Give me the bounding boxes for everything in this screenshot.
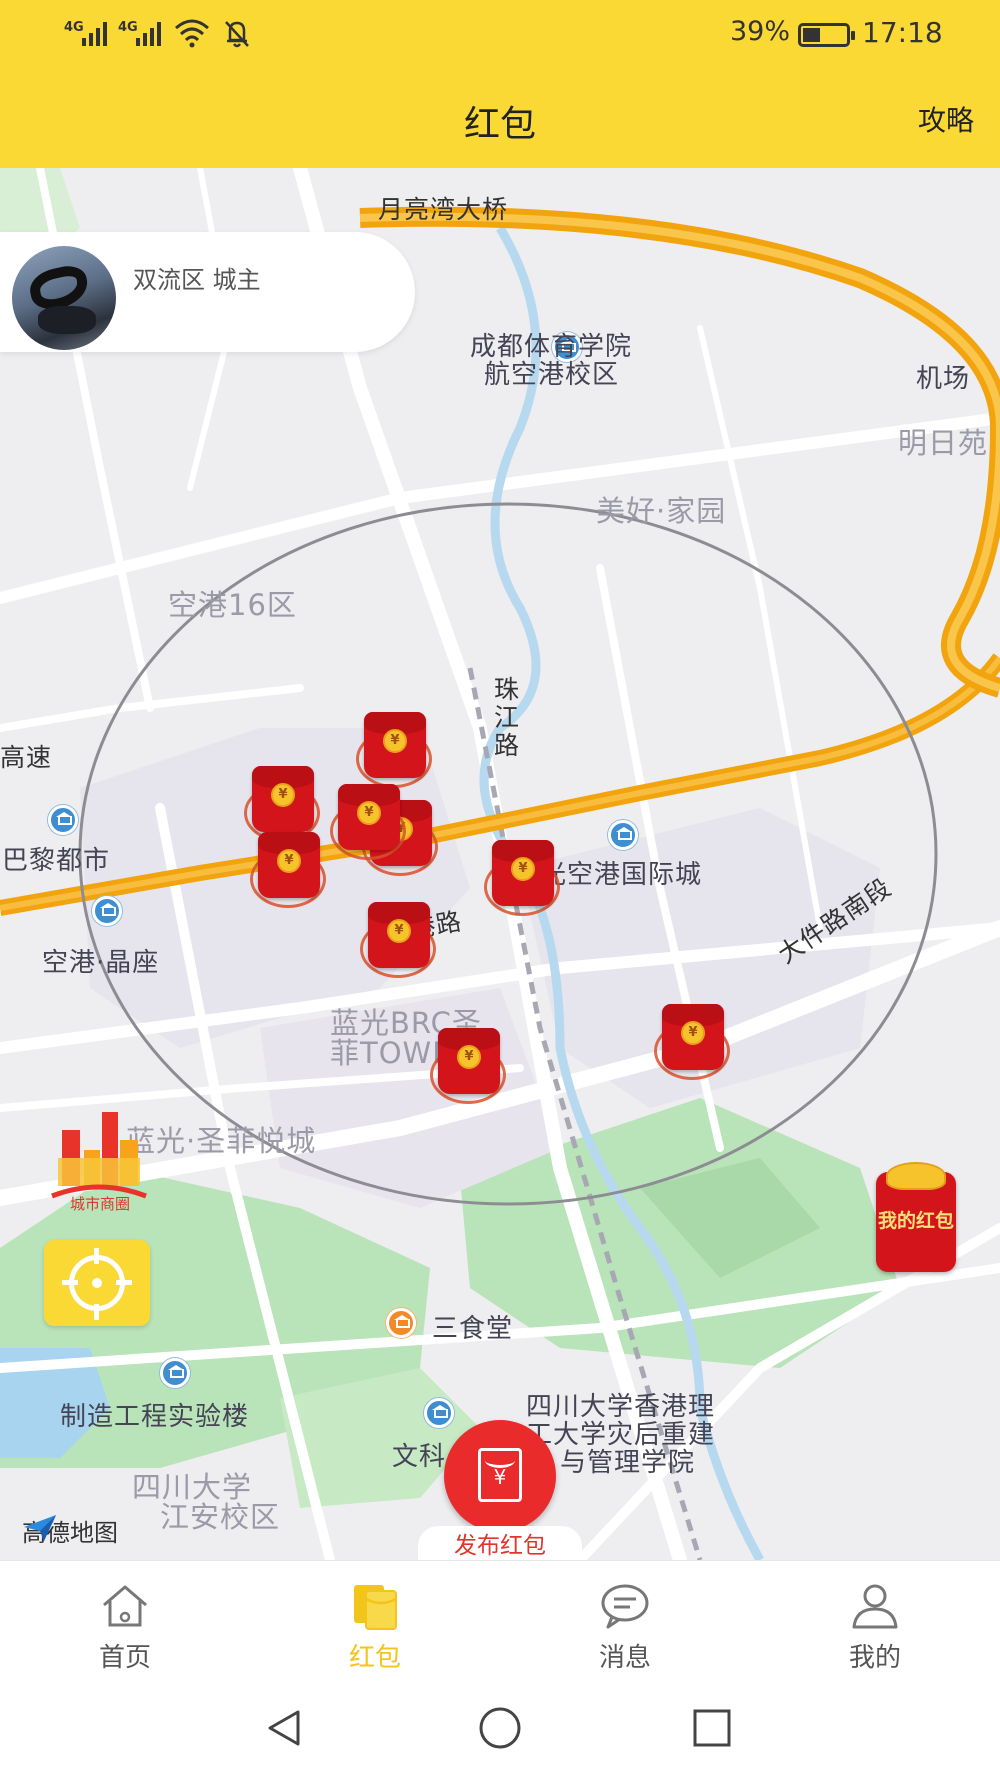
tab-red-packet[interactable]: 红包: [250, 1561, 500, 1681]
red-packet-icon: [354, 1585, 397, 1630]
battery-percent: 39%: [730, 16, 791, 47]
map-label: 文科: [392, 1442, 447, 1472]
recents-icon[interactable]: [690, 1706, 734, 1750]
navigation-arrow-icon: [24, 1515, 56, 1541]
signal-bars-icon: [82, 22, 107, 46]
map-label: 珠江路: [494, 675, 521, 760]
map-label: 高速: [0, 743, 53, 772]
map-view[interactable]: 月亮湾大桥 成都体育学院 航空港校区 机场 明日苑 美好·家园 空港16区 高速…: [0, 168, 1000, 1560]
red-packet-marker[interactable]: ¥: [430, 1028, 506, 1104]
mute-bell-icon: [225, 21, 249, 48]
building-poi-icon[interactable]: [92, 896, 122, 926]
signal-bars-icon: [136, 22, 161, 46]
map-label: 光空港国际城: [540, 860, 703, 890]
coins-icon: [886, 1162, 946, 1190]
tab-label: 红包: [348, 1643, 401, 1673]
building-poi-icon[interactable]: [48, 805, 78, 835]
guide-button[interactable]: 攻略: [918, 99, 974, 139]
map-label: 空港·晶座: [42, 948, 160, 978]
message-icon: [601, 1584, 649, 1629]
red-packet-envelope-icon: ¥: [478, 1448, 522, 1502]
my-red-packets-button[interactable]: 我的红包: [876, 1162, 956, 1272]
building-poi-icon[interactable]: [424, 1398, 454, 1428]
map-logo: 高德地图: [22, 1513, 118, 1548]
business-circle-label[interactable]: 城市商圈: [40, 1193, 160, 1214]
bottom-tab-bar: 首页 红包 消息 我的: [0, 1560, 1000, 1680]
page-title: 红包: [463, 104, 536, 145]
red-packet-marker[interactable]: ¥: [250, 832, 326, 908]
system-nav-bar: [0, 1680, 1000, 1778]
restaurant-poi-icon[interactable]: [386, 1308, 416, 1338]
red-packet-marker[interactable]: ¥: [484, 840, 560, 916]
map-label: 与管理学院: [560, 1448, 696, 1478]
map-label: 蓝光·圣菲悦城: [126, 1124, 317, 1158]
building-poi-icon[interactable]: [608, 820, 638, 850]
map-label: 机场: [916, 364, 971, 394]
status-time: 17:18: [862, 16, 943, 49]
wifi-icon: [175, 19, 209, 48]
map-label: 空港16区: [168, 588, 297, 622]
tab-profile[interactable]: 我的: [750, 1561, 1000, 1681]
tab-home[interactable]: 首页: [0, 1561, 250, 1681]
home-circle-icon[interactable]: [478, 1706, 522, 1750]
red-packet-marker[interactable]: ¥: [356, 712, 432, 788]
map-label: 制造工程实验楼: [60, 1402, 250, 1432]
battery-icon: [798, 23, 855, 47]
tab-label: 我的: [848, 1643, 901, 1673]
building-poi-icon[interactable]: [160, 1358, 190, 1388]
publish-red-packet-button[interactable]: ¥: [444, 1420, 556, 1532]
tab-label: 首页: [98, 1643, 151, 1673]
signal-label-2: 4G: [118, 20, 138, 35]
top-bar: 4G 4G 39% 17:18 红包 攻略: [0, 0, 1000, 168]
map-label: 巴黎都市: [2, 846, 111, 876]
map-label: 月亮湾大桥: [378, 195, 509, 224]
red-packet-marker[interactable]: ¥: [244, 766, 320, 842]
locate-button[interactable]: [44, 1240, 150, 1326]
my-red-packets-label: 我的红包: [877, 1210, 954, 1232]
home-icon: [103, 1585, 147, 1627]
signal-label-1: 4G: [64, 20, 84, 35]
avatar[interactable]: [12, 246, 116, 350]
red-packet-marker[interactable]: ¥: [330, 784, 406, 860]
map-label: 三食堂: [432, 1314, 514, 1344]
user-title: 双流区 城主: [133, 266, 261, 294]
back-icon[interactable]: [262, 1706, 306, 1750]
status-bar: 4G 4G 39% 17:18: [0, 0, 1000, 70]
tab-messages[interactable]: 消息: [500, 1561, 750, 1681]
red-packet-marker[interactable]: ¥: [360, 902, 436, 978]
map-label: 航空港校区: [484, 360, 620, 390]
map-label: 美好·家园: [596, 494, 727, 528]
map-label: 江安校区: [160, 1500, 281, 1534]
map-label: 明日苑: [898, 426, 989, 460]
profile-icon: [852, 1584, 898, 1629]
tab-label: 消息: [598, 1643, 651, 1673]
red-packet-marker[interactable]: ¥: [654, 1004, 730, 1080]
